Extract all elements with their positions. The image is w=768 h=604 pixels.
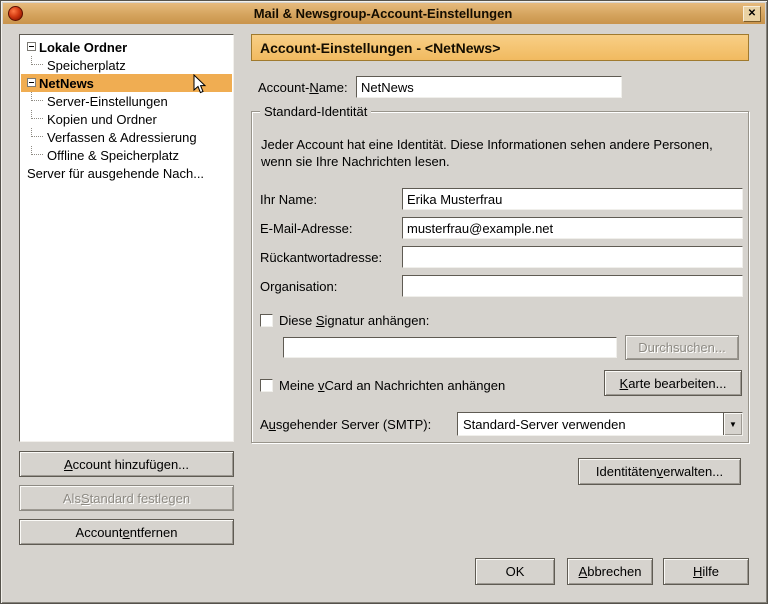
tree-item-lokale-ordner[interactable]: Lokale Ordner (21, 38, 232, 56)
smtp-selected-value: Standard-Server verwenden (458, 417, 723, 432)
expander-minus-icon[interactable] (27, 78, 36, 87)
signature-label: Diese Signatur anhängen: (279, 313, 429, 328)
expander-minus-icon[interactable] (27, 42, 36, 51)
tree-connector (31, 128, 43, 137)
vcard-checkbox[interactable] (260, 379, 273, 392)
name-field[interactable] (402, 188, 743, 210)
email-label: E-Mail-Adresse: (260, 221, 352, 236)
window-title: Mail & Newsgroup-Account-Einstellungen (23, 6, 743, 21)
name-label: Ihr Name: (260, 192, 317, 207)
remove-account-button[interactable]: Account entfernen (19, 519, 234, 545)
browse-button[interactable]: Durchsuchen... (625, 335, 739, 360)
vcard-label: Meine vCard an Nachrichten anhängen (279, 378, 505, 393)
tree-item-speicherplatz[interactable]: Speicherplatz (21, 56, 232, 74)
tree-connector (31, 110, 43, 119)
tree-item-label: Lokale Ordner (39, 40, 127, 55)
cancel-button[interactable]: Abbrechen (567, 558, 653, 585)
account-tree[interactable]: Lokale Ordner Speicherplatz NetNews Serv… (19, 34, 234, 442)
tree-item-label: Server für ausgehende Nach... (27, 166, 204, 181)
tree-item-offline-speicherplatz[interactable]: Offline & Speicherplatz (21, 146, 232, 164)
tree-item-verfassen-adressierung[interactable]: Verfassen & Adressierung (21, 128, 232, 146)
tree-connector (31, 56, 43, 65)
identity-description: Jeder Account hat eine Identität. Diese … (261, 136, 713, 170)
close-button[interactable]: ✕ (743, 6, 761, 22)
set-default-button[interactable]: Als Standard festlegen (19, 485, 234, 511)
close-icon: ✕ (748, 8, 756, 19)
identity-legend: Standard-Identität (260, 104, 371, 119)
edit-card-button[interactable]: Karte bearbeiten... (604, 370, 742, 396)
tree-item-label: Offline & Speicherplatz (47, 148, 179, 163)
dropdown-arrow-icon[interactable]: ▼ (723, 413, 742, 435)
organization-field[interactable] (402, 275, 743, 297)
page-title: Account-Einstellungen - <NetNews> (251, 34, 749, 61)
help-button[interactable]: Hilfe (663, 558, 749, 585)
arrow-glyph: ▼ (729, 420, 737, 429)
tree-connector (31, 146, 43, 155)
tree-connector (31, 92, 43, 101)
signature-path-field[interactable] (283, 337, 617, 358)
account-name-label: Account-Name: (258, 80, 348, 95)
titlebar[interactable]: Mail & Newsgroup-Account-Einstellungen ✕ (3, 3, 765, 24)
tree-item-label: Verfassen & Adressierung (47, 130, 197, 145)
tree-item-netnews[interactable]: NetNews (21, 74, 232, 92)
identity-group: Standard-Identität Jeder Account hat ein… (251, 111, 749, 443)
tree-item-label: Kopien und Ordner (47, 112, 157, 127)
replyto-field[interactable] (402, 246, 743, 268)
tree-item-kopien-und-ordner[interactable]: Kopien und Ordner (21, 110, 232, 128)
tree-item-label: Server-Einstellungen (47, 94, 168, 109)
page-title-text: Account-Einstellungen - <NetNews> (260, 40, 500, 56)
tree-item-server-einstellungen[interactable]: Server-Einstellungen (21, 92, 232, 110)
account-settings-window: Mail & Newsgroup-Account-Einstellungen ✕… (0, 0, 768, 604)
account-name-field[interactable] (356, 76, 622, 98)
tree-item-server-ausgehende-nachrichten[interactable]: Server für ausgehende Nach... (21, 164, 232, 182)
smtp-label: Ausgehender Server (SMTP): (260, 417, 431, 432)
tree-item-label: Speicherplatz (47, 58, 126, 73)
tree-item-label: NetNews (39, 76, 94, 91)
add-account-button[interactable]: Account hinzufügen... (19, 451, 234, 477)
ok-button[interactable]: OK (475, 558, 555, 585)
replyto-label: Rückantwortadresse: (260, 250, 382, 265)
organization-label: Organisation: (260, 279, 337, 294)
signature-checkbox[interactable] (260, 314, 273, 327)
smtp-select[interactable]: Standard-Server verwenden ▼ (457, 412, 743, 436)
manage-identities-button[interactable]: Identitäten verwalten... (578, 458, 741, 485)
email-field[interactable] (402, 217, 743, 239)
app-icon (8, 6, 23, 21)
